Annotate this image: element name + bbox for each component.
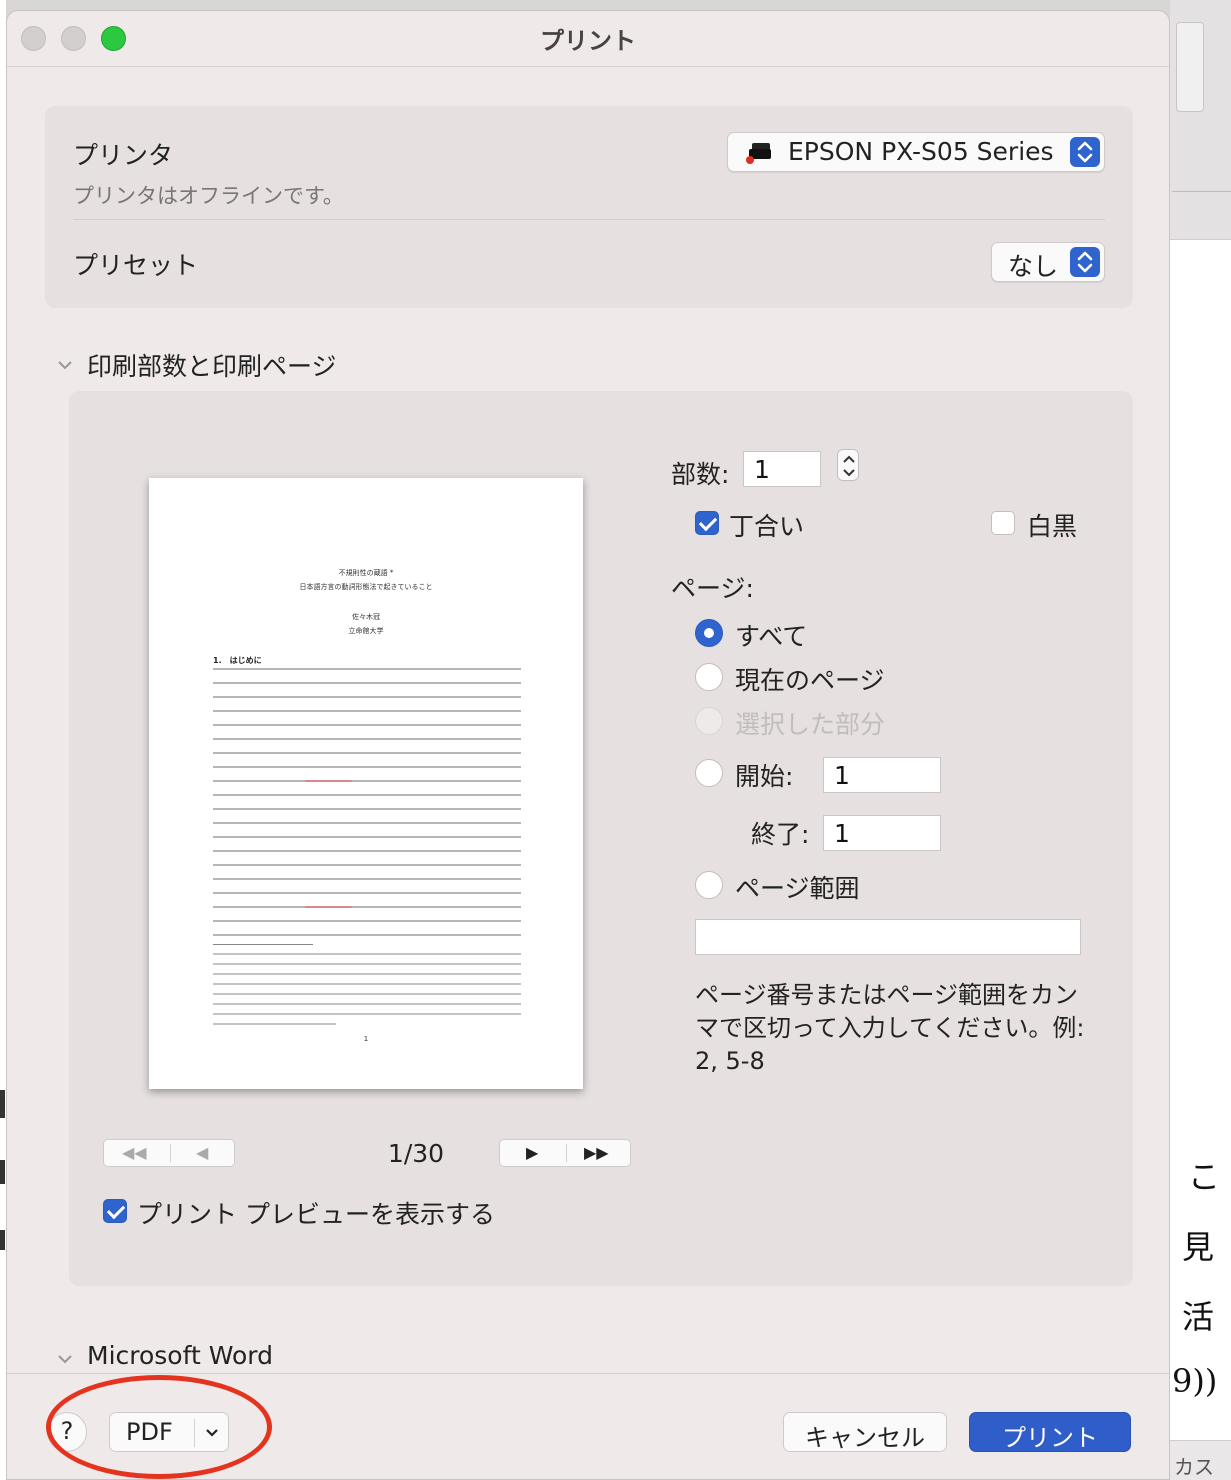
printer-select[interactable]: EPSON PX-S05 Series — [727, 132, 1105, 172]
background-text-fragment — [0, 1090, 5, 1118]
pages-selection-label: 選択した部分 — [735, 710, 886, 739]
printer-status-text: プリンタはオフラインです。 — [73, 184, 344, 208]
first-page-button[interactable]: ◀◀ — [122, 1143, 147, 1162]
chevron-down-icon — [206, 1429, 218, 1437]
nav-separator — [566, 1144, 567, 1162]
collate-checkbox[interactable] — [695, 511, 719, 535]
print-dialog: プリント プリンタ プリンタはオフラインです。 EPSON PX-S05 Ser… — [6, 10, 1170, 1480]
preview-back-buttons: ◀◀ ◀ — [103, 1139, 235, 1167]
preset-label: プリセット — [73, 251, 199, 280]
pages-current-label: 現在のページ — [735, 666, 885, 695]
preview-doc-affiliation: 立命館大学 — [348, 627, 384, 635]
preview-forward-buttons: ▶ ▶▶ — [499, 1139, 631, 1167]
preview-doc-heading: 1. はじめに — [213, 656, 262, 665]
printer-settings-panel: プリンタ プリンタはオフラインです。 EPSON PX-S05 Series プ… — [45, 106, 1133, 308]
pdf-button-label: PDF — [126, 1418, 173, 1446]
preview-body-text — [213, 668, 521, 948]
background-text-line: こ — [1188, 1158, 1221, 1196]
printer-divider — [73, 219, 1105, 220]
show-preview-label: プリント プレビューを表示する — [137, 1200, 495, 1229]
background-status-bar: カス — [1170, 1440, 1231, 1480]
dialog-footer: ? PDF キャンセル プリント — [7, 1373, 1169, 1479]
updown-chevron-icon — [1070, 137, 1100, 167]
pages-selection-radio — [695, 707, 723, 735]
preview-page-indicator: 1/30 — [387, 1139, 445, 1168]
background-text-line: 見 — [1182, 1228, 1215, 1266]
copies-pages-panel: 不規則性の蔵語 * 日本語方言の動詞形態法で起きていること 佐々木冠 立命館大学… — [69, 391, 1133, 1286]
pages-current-radio[interactable] — [695, 663, 723, 691]
pages-from-label: 開始: — [735, 762, 794, 791]
collate-label: 丁合い — [729, 512, 805, 541]
preview-doc-author: 佐々木冠 — [352, 613, 380, 621]
black-white-label: 白黒 — [1027, 512, 1078, 541]
pages-label: ページ: — [671, 574, 754, 603]
copies-stepper[interactable] — [837, 449, 859, 481]
copies-label: 部数: — [671, 460, 730, 489]
show-preview-checkbox[interactable] — [103, 1199, 127, 1223]
pages-range-hint: ページ番号またはページ範囲をカンマで区切って入力してください。例: 2, 5-8 — [695, 981, 1085, 1075]
next-page-button[interactable]: ▶ — [526, 1143, 538, 1162]
window-title: プリント — [540, 27, 636, 55]
background-text-fragment — [0, 1160, 5, 1184]
updown-chevron-icon — [1070, 247, 1100, 277]
copies-input[interactable] — [743, 451, 821, 487]
previous-page-button[interactable]: ◀ — [196, 1143, 208, 1162]
nav-separator — [170, 1144, 171, 1162]
pdf-separator — [194, 1419, 195, 1447]
pages-to-input[interactable] — [823, 815, 941, 851]
pages-range-input[interactable] — [695, 919, 1081, 955]
preset-select[interactable]: なし — [991, 242, 1105, 282]
pages-to-label: 終了: — [751, 820, 810, 849]
pages-all-radio[interactable] — [695, 619, 723, 647]
print-preview-page: 不規則性の蔵語 * 日本語方言の動詞形態法で起きていること 佐々木冠 立命館大学… — [149, 478, 583, 1089]
background-ruler — [1172, 168, 1231, 192]
preview-footnote — [213, 944, 521, 1033]
last-page-button[interactable]: ▶▶ — [584, 1143, 609, 1162]
pages-from-radio[interactable] — [695, 759, 723, 787]
background-text-line: 9)) — [1172, 1362, 1218, 1400]
help-button[interactable]: ? — [47, 1412, 87, 1452]
background-toolbar-button — [1176, 22, 1204, 112]
preview-doc-subtitle: 日本語方言の動詞形態法で起きていること — [299, 583, 433, 591]
title-bar: プリント — [7, 11, 1169, 67]
cancel-button[interactable]: キャンセル — [783, 1412, 947, 1452]
copies-pages-section-header[interactable]: 印刷部数と印刷ページ — [87, 347, 337, 383]
printer-label: プリンタ — [73, 141, 174, 170]
printer-select-value: EPSON PX-S05 Series — [788, 137, 1054, 166]
printer-icon — [746, 143, 771, 164]
microsoft-word-section-header[interactable]: Microsoft Word — [87, 1341, 273, 1370]
pages-range-radio[interactable] — [695, 871, 723, 899]
pages-all-label: すべて — [735, 622, 808, 651]
print-button[interactable]: プリント — [969, 1412, 1131, 1452]
preset-select-value: なし — [1008, 252, 1059, 281]
stepper-chevron-icon — [843, 455, 855, 477]
preview-doc-title: 不規則性の蔵語 * — [338, 569, 394, 577]
chevron-down-icon[interactable] — [57, 1351, 73, 1367]
black-white-checkbox[interactable] — [991, 511, 1015, 535]
chevron-down-icon[interactable] — [57, 357, 73, 373]
pdf-menu-button[interactable]: PDF — [109, 1412, 229, 1452]
background-text-line: 活 — [1182, 1298, 1215, 1336]
pages-range-label: ページ範囲 — [735, 874, 860, 903]
pages-from-input[interactable] — [823, 757, 941, 793]
background-text-fragment — [0, 1230, 5, 1250]
preview-page-number: 1 — [363, 1035, 369, 1043]
